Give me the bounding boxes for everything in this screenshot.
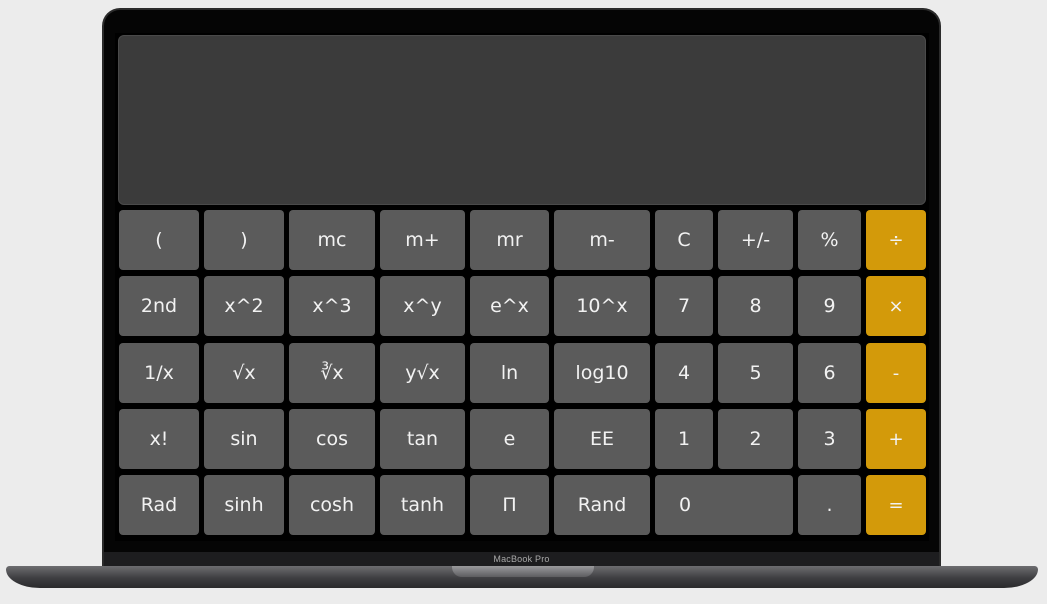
digit-7-button[interactable]: 7 bbox=[655, 276, 713, 336]
memory-subtract-button[interactable]: m- bbox=[554, 210, 650, 270]
digit-4-button[interactable]: 4 bbox=[655, 343, 713, 403]
percent-button[interactable]: % bbox=[798, 210, 861, 270]
exp-button[interactable]: e^x bbox=[470, 276, 549, 336]
euler-button[interactable]: e bbox=[470, 409, 549, 469]
nth-root-button[interactable]: y√x bbox=[380, 343, 465, 403]
digit-6-button[interactable]: 6 bbox=[798, 343, 861, 403]
cube-button[interactable]: x^3 bbox=[289, 276, 375, 336]
laptop-chin: MacBook Pro bbox=[104, 552, 939, 566]
digit-2-button[interactable]: 2 bbox=[718, 409, 793, 469]
multiply-button[interactable]: × bbox=[866, 276, 926, 336]
memory-recall-button[interactable]: mr bbox=[470, 210, 549, 270]
clear-button[interactable]: C bbox=[655, 210, 713, 270]
cube-root-button[interactable]: ∛x bbox=[289, 343, 375, 403]
digit-5-button[interactable]: 5 bbox=[718, 343, 793, 403]
digit-3-button[interactable]: 3 bbox=[798, 409, 861, 469]
second-function-button[interactable]: 2nd bbox=[119, 276, 199, 336]
rad-button[interactable]: Rad bbox=[119, 475, 199, 535]
divide-button[interactable]: ÷ bbox=[866, 210, 926, 270]
digit-8-button[interactable]: 8 bbox=[718, 276, 793, 336]
subtract-button[interactable]: - bbox=[866, 343, 926, 403]
laptop-notch bbox=[452, 566, 594, 577]
decimal-button[interactable]: . bbox=[798, 475, 861, 535]
memory-add-button[interactable]: m+ bbox=[380, 210, 465, 270]
digit-0-button[interactable]: 0 bbox=[655, 475, 793, 535]
calculator-screen: () mc m+ mr m- C +/-% ÷ 2nd x^2 x^3 x^y e^x 10^x 7 8 9 × 1… bbox=[115, 33, 929, 541]
equals-button[interactable]: = bbox=[866, 475, 926, 535]
ee-button[interactable]: EE bbox=[554, 409, 650, 469]
digit-1-button[interactable]: 1 bbox=[655, 409, 713, 469]
sin-button[interactable]: sin bbox=[204, 409, 284, 469]
laptop-mockup: () mc m+ mr m- C +/-% ÷ 2nd x^2 x^3 x^y e^x 10^x 7 8 9 × 1… bbox=[0, 0, 1047, 604]
ten-power-button[interactable]: 10^x bbox=[554, 276, 650, 336]
power-button[interactable]: x^y bbox=[380, 276, 465, 336]
pi-button[interactable]: Π bbox=[470, 475, 549, 535]
factorial-button[interactable]: x! bbox=[119, 409, 199, 469]
tan-button[interactable]: tan bbox=[380, 409, 465, 469]
cosh-button[interactable]: cosh bbox=[289, 475, 375, 535]
reciprocal-button[interactable]: 1/x bbox=[119, 343, 199, 403]
device-label: MacBook Pro bbox=[493, 554, 550, 564]
digit-9-button[interactable]: 9 bbox=[798, 276, 861, 336]
log10-button[interactable]: log10 bbox=[554, 343, 650, 403]
open-paren-button[interactable]: ( bbox=[119, 210, 199, 270]
sinh-button[interactable]: sinh bbox=[204, 475, 284, 535]
square-root-button[interactable]: √x bbox=[204, 343, 284, 403]
ln-button[interactable]: ln bbox=[470, 343, 549, 403]
cos-button[interactable]: cos bbox=[289, 409, 375, 469]
add-button[interactable]: + bbox=[866, 409, 926, 469]
sign-toggle-button[interactable]: +/- bbox=[718, 210, 793, 270]
close-paren-button[interactable]: ) bbox=[204, 210, 284, 270]
square-button[interactable]: x^2 bbox=[204, 276, 284, 336]
rand-button[interactable]: Rand bbox=[554, 475, 650, 535]
tanh-button[interactable]: tanh bbox=[380, 475, 465, 535]
memory-clear-button[interactable]: mc bbox=[289, 210, 375, 270]
calculator-keypad: () mc m+ mr m- C +/-% ÷ 2nd x^2 x^3 x^y e^x 10^x 7 8 9 × 1… bbox=[115, 33, 929, 541]
